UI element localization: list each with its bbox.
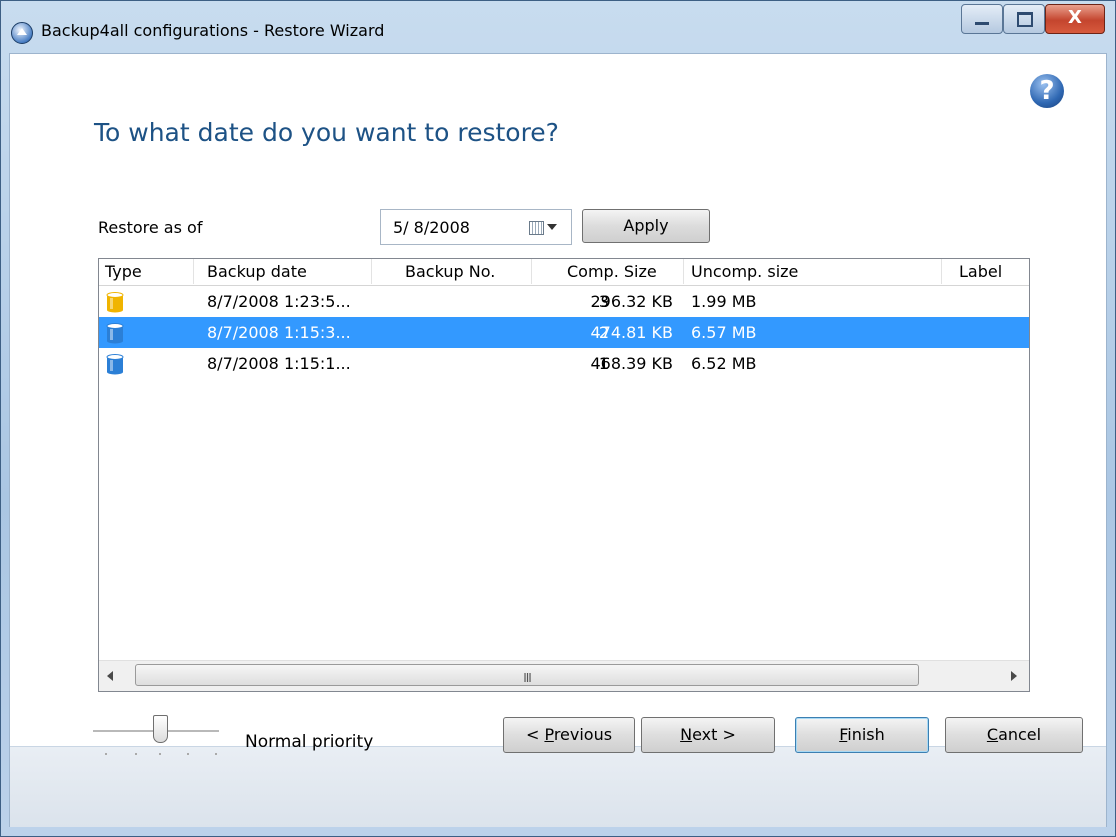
finish-label: inish bbox=[847, 725, 885, 744]
list-header: Type Backup date Backup No. Comp. Size U… bbox=[99, 259, 1029, 286]
column-header-comp-size[interactable]: Comp. Size bbox=[567, 262, 657, 281]
slider-tick bbox=[187, 753, 189, 755]
cell-backup-date: 8/7/2008 1:15:1... bbox=[207, 354, 351, 373]
slider-tick bbox=[159, 753, 161, 755]
slider-tick bbox=[105, 753, 107, 755]
apply-button[interactable]: Apply bbox=[582, 209, 710, 243]
scroll-left-icon[interactable] bbox=[107, 671, 113, 681]
app-icon bbox=[11, 22, 33, 44]
table-row[interactable]: 8/7/2008 1:23:5... 3 296.32 KB 1.99 MB bbox=[99, 286, 1029, 317]
footer-bar bbox=[10, 747, 1106, 827]
cell-backup-date: 8/7/2008 1:15:3... bbox=[207, 323, 351, 342]
cell-backup-date: 8/7/2008 1:23:5... bbox=[207, 292, 351, 311]
cell-comp-size: 468.39 KB bbox=[590, 354, 673, 373]
cancel-accesskey: C bbox=[986, 725, 999, 744]
cancel-label: ancel bbox=[998, 725, 1042, 744]
column-header-label[interactable]: Label bbox=[959, 262, 1002, 281]
cell-uncomp-size: 1.99 MB bbox=[691, 292, 757, 311]
cell-uncomp-size: 6.52 MB bbox=[691, 354, 757, 373]
help-icon[interactable]: ? bbox=[1030, 74, 1064, 108]
cancel-button[interactable]: Cancel bbox=[945, 717, 1083, 753]
column-header-backup-date[interactable]: Backup date bbox=[207, 262, 307, 281]
restore-as-of-label: Restore as of bbox=[98, 218, 203, 237]
cell-uncomp-size: 6.57 MB bbox=[691, 323, 757, 342]
title-bar[interactable]: Backup4all configurations - Restore Wiza… bbox=[1, 1, 1115, 61]
database-icon bbox=[106, 292, 124, 313]
scrollbar-thumb[interactable]: III bbox=[135, 664, 919, 686]
close-button[interactable]: X bbox=[1045, 4, 1105, 34]
wizard-client-area: ? To what date do you want to restore? R… bbox=[9, 53, 1107, 827]
column-header-type[interactable]: Type bbox=[105, 262, 142, 281]
table-row[interactable]: 8/7/2008 1:15:3... 2 474.81 KB 6.57 MB bbox=[99, 317, 1029, 348]
slider-tick bbox=[135, 753, 137, 755]
restore-date-picker[interactable]: 5/ 8/2008 bbox=[380, 209, 572, 245]
horizontal-scrollbar[interactable]: III bbox=[99, 660, 1029, 691]
chevron-down-icon[interactable] bbox=[547, 224, 557, 230]
previous-accesskey: P bbox=[544, 725, 554, 744]
next-button[interactable]: Next > bbox=[641, 717, 775, 753]
cell-comp-size: 474.81 KB bbox=[590, 323, 673, 342]
previous-button[interactable]: < Previous bbox=[503, 717, 635, 753]
database-icon bbox=[106, 323, 124, 344]
restore-date-value[interactable]: 5/ 8/2008 bbox=[393, 218, 470, 237]
column-header-uncomp-size[interactable]: Uncomp. size bbox=[691, 262, 798, 281]
backup-list[interactable]: Type Backup date Backup No. Comp. Size U… bbox=[98, 258, 1030, 692]
table-row[interactable]: 8/7/2008 1:15:1... 1 468.39 KB 6.52 MB bbox=[99, 348, 1029, 379]
previous-prefix: < bbox=[525, 725, 545, 744]
next-accesskey: N bbox=[680, 725, 693, 744]
close-icon: X bbox=[1068, 7, 1082, 28]
finish-button[interactable]: Finish bbox=[795, 717, 929, 753]
slider-tick bbox=[215, 753, 217, 755]
scroll-right-icon[interactable] bbox=[1011, 671, 1017, 681]
priority-slider-thumb[interactable] bbox=[153, 715, 168, 743]
scrollbar-grip: III bbox=[523, 671, 532, 685]
minimize-button[interactable] bbox=[961, 4, 1003, 34]
previous-label: revious bbox=[553, 725, 613, 744]
window-title: Backup4all configurations - Restore Wiza… bbox=[41, 21, 385, 40]
page-title: To what date do you want to restore? bbox=[94, 118, 559, 147]
window-frame: Backup4all configurations - Restore Wiza… bbox=[0, 0, 1116, 837]
maximize-button[interactable] bbox=[1003, 4, 1045, 34]
column-header-backup-no[interactable]: Backup No. bbox=[405, 262, 495, 281]
cell-comp-size: 296.32 KB bbox=[590, 292, 673, 311]
priority-label: Normal priority bbox=[245, 732, 374, 752]
next-label: ext > bbox=[692, 725, 736, 744]
calendar-icon[interactable] bbox=[529, 221, 544, 235]
database-icon bbox=[106, 354, 124, 375]
